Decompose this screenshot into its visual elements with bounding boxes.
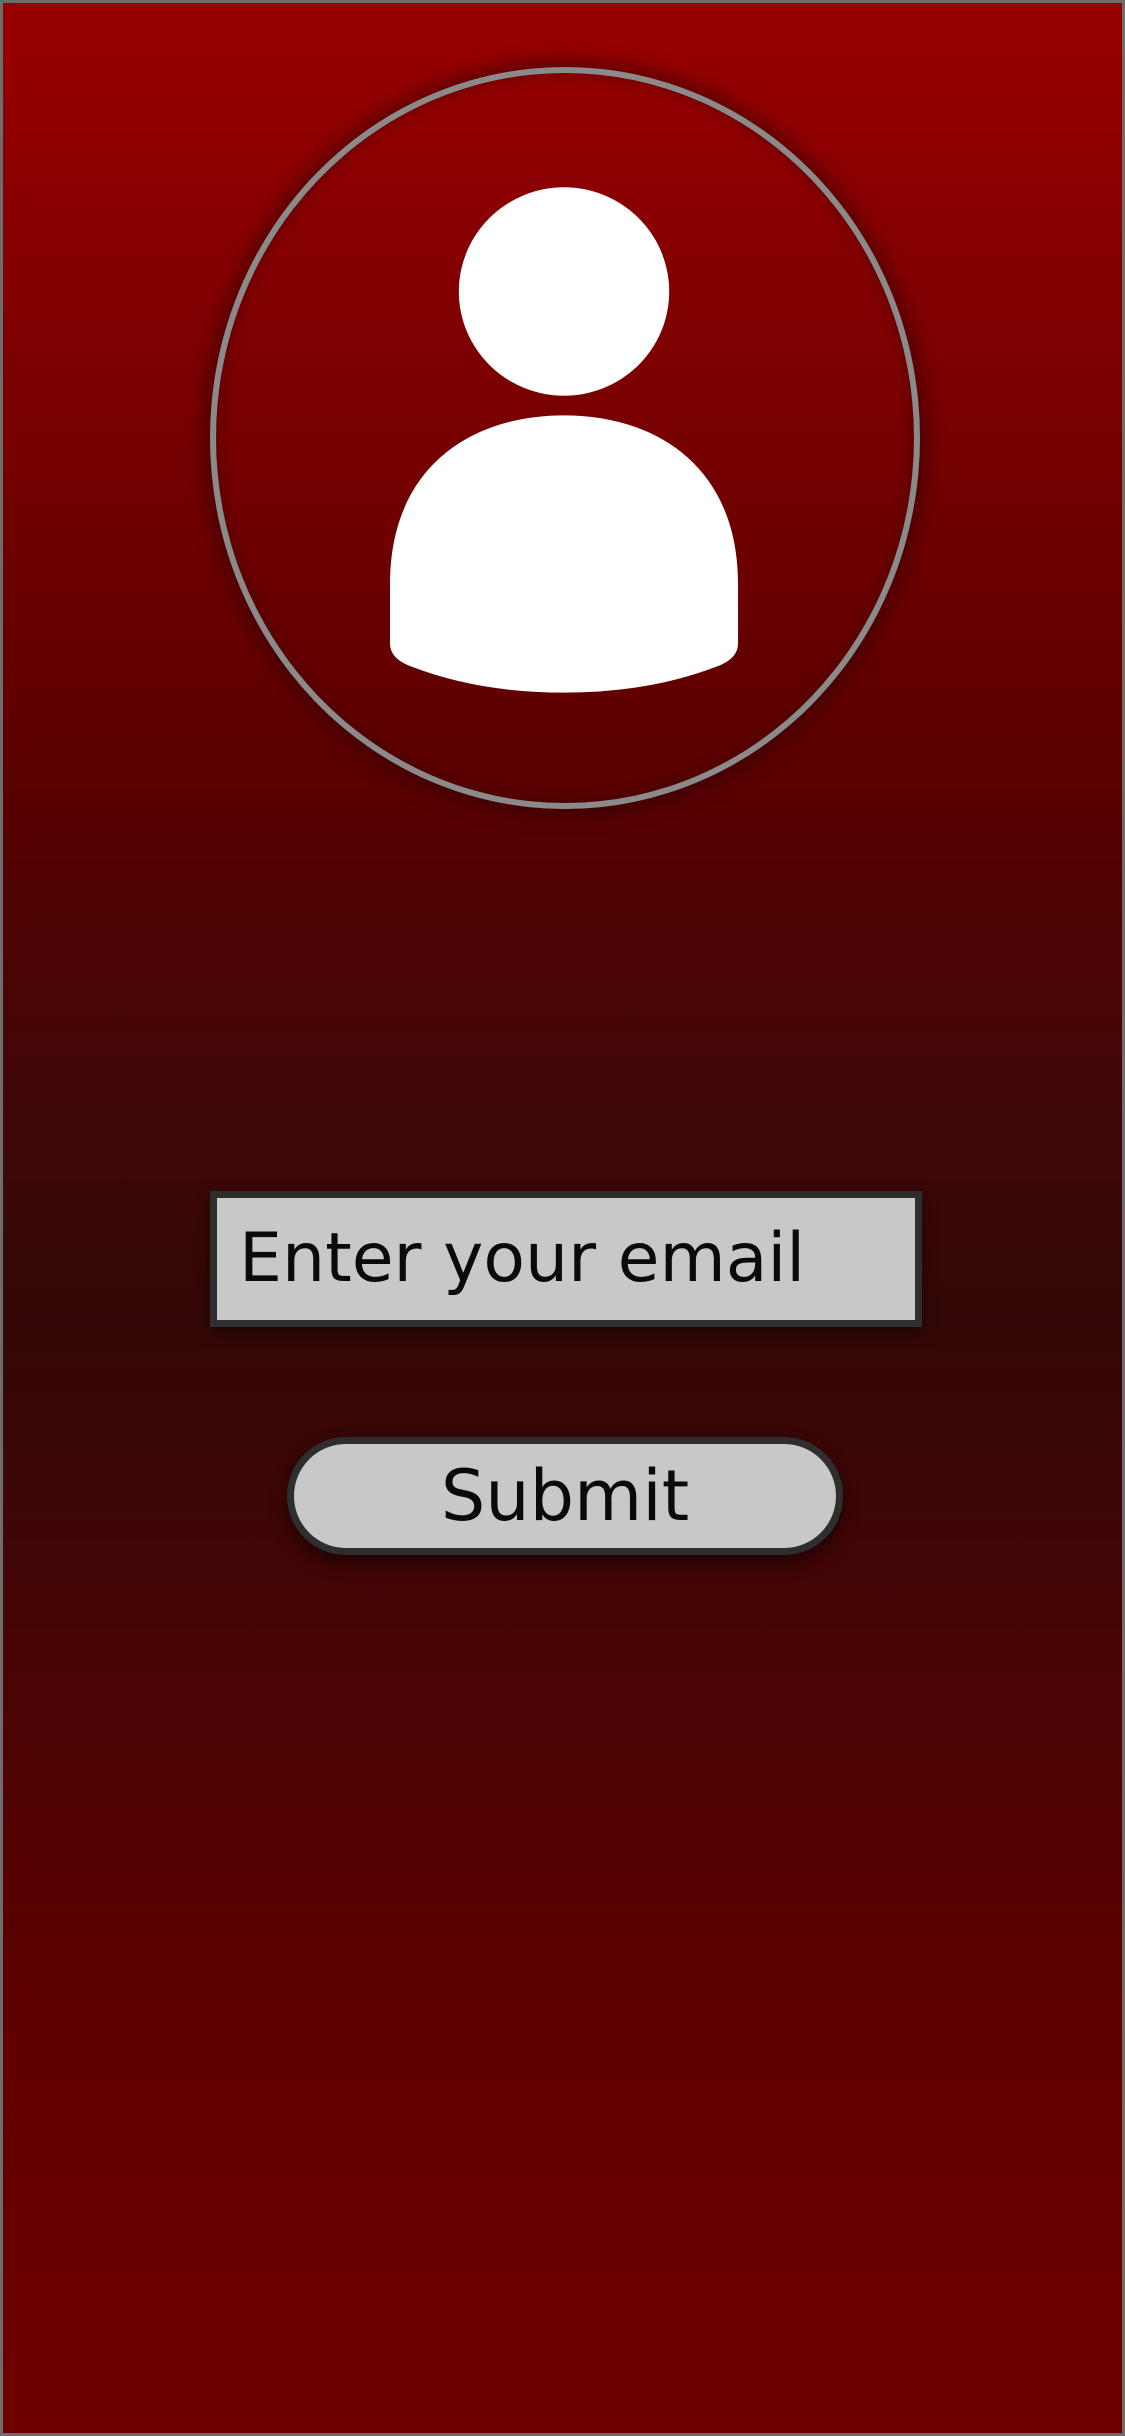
email-field[interactable]: Enter your email bbox=[210, 1191, 922, 1327]
login-screen: Enter your email Submit bbox=[0, 0, 1125, 2436]
avatar bbox=[210, 67, 920, 809]
user-icon bbox=[390, 187, 739, 693]
email-placeholder: Enter your email bbox=[239, 1219, 806, 1298]
submit-button-label: Submit bbox=[440, 1455, 690, 1537]
submit-button[interactable]: Submit bbox=[287, 1437, 843, 1555]
